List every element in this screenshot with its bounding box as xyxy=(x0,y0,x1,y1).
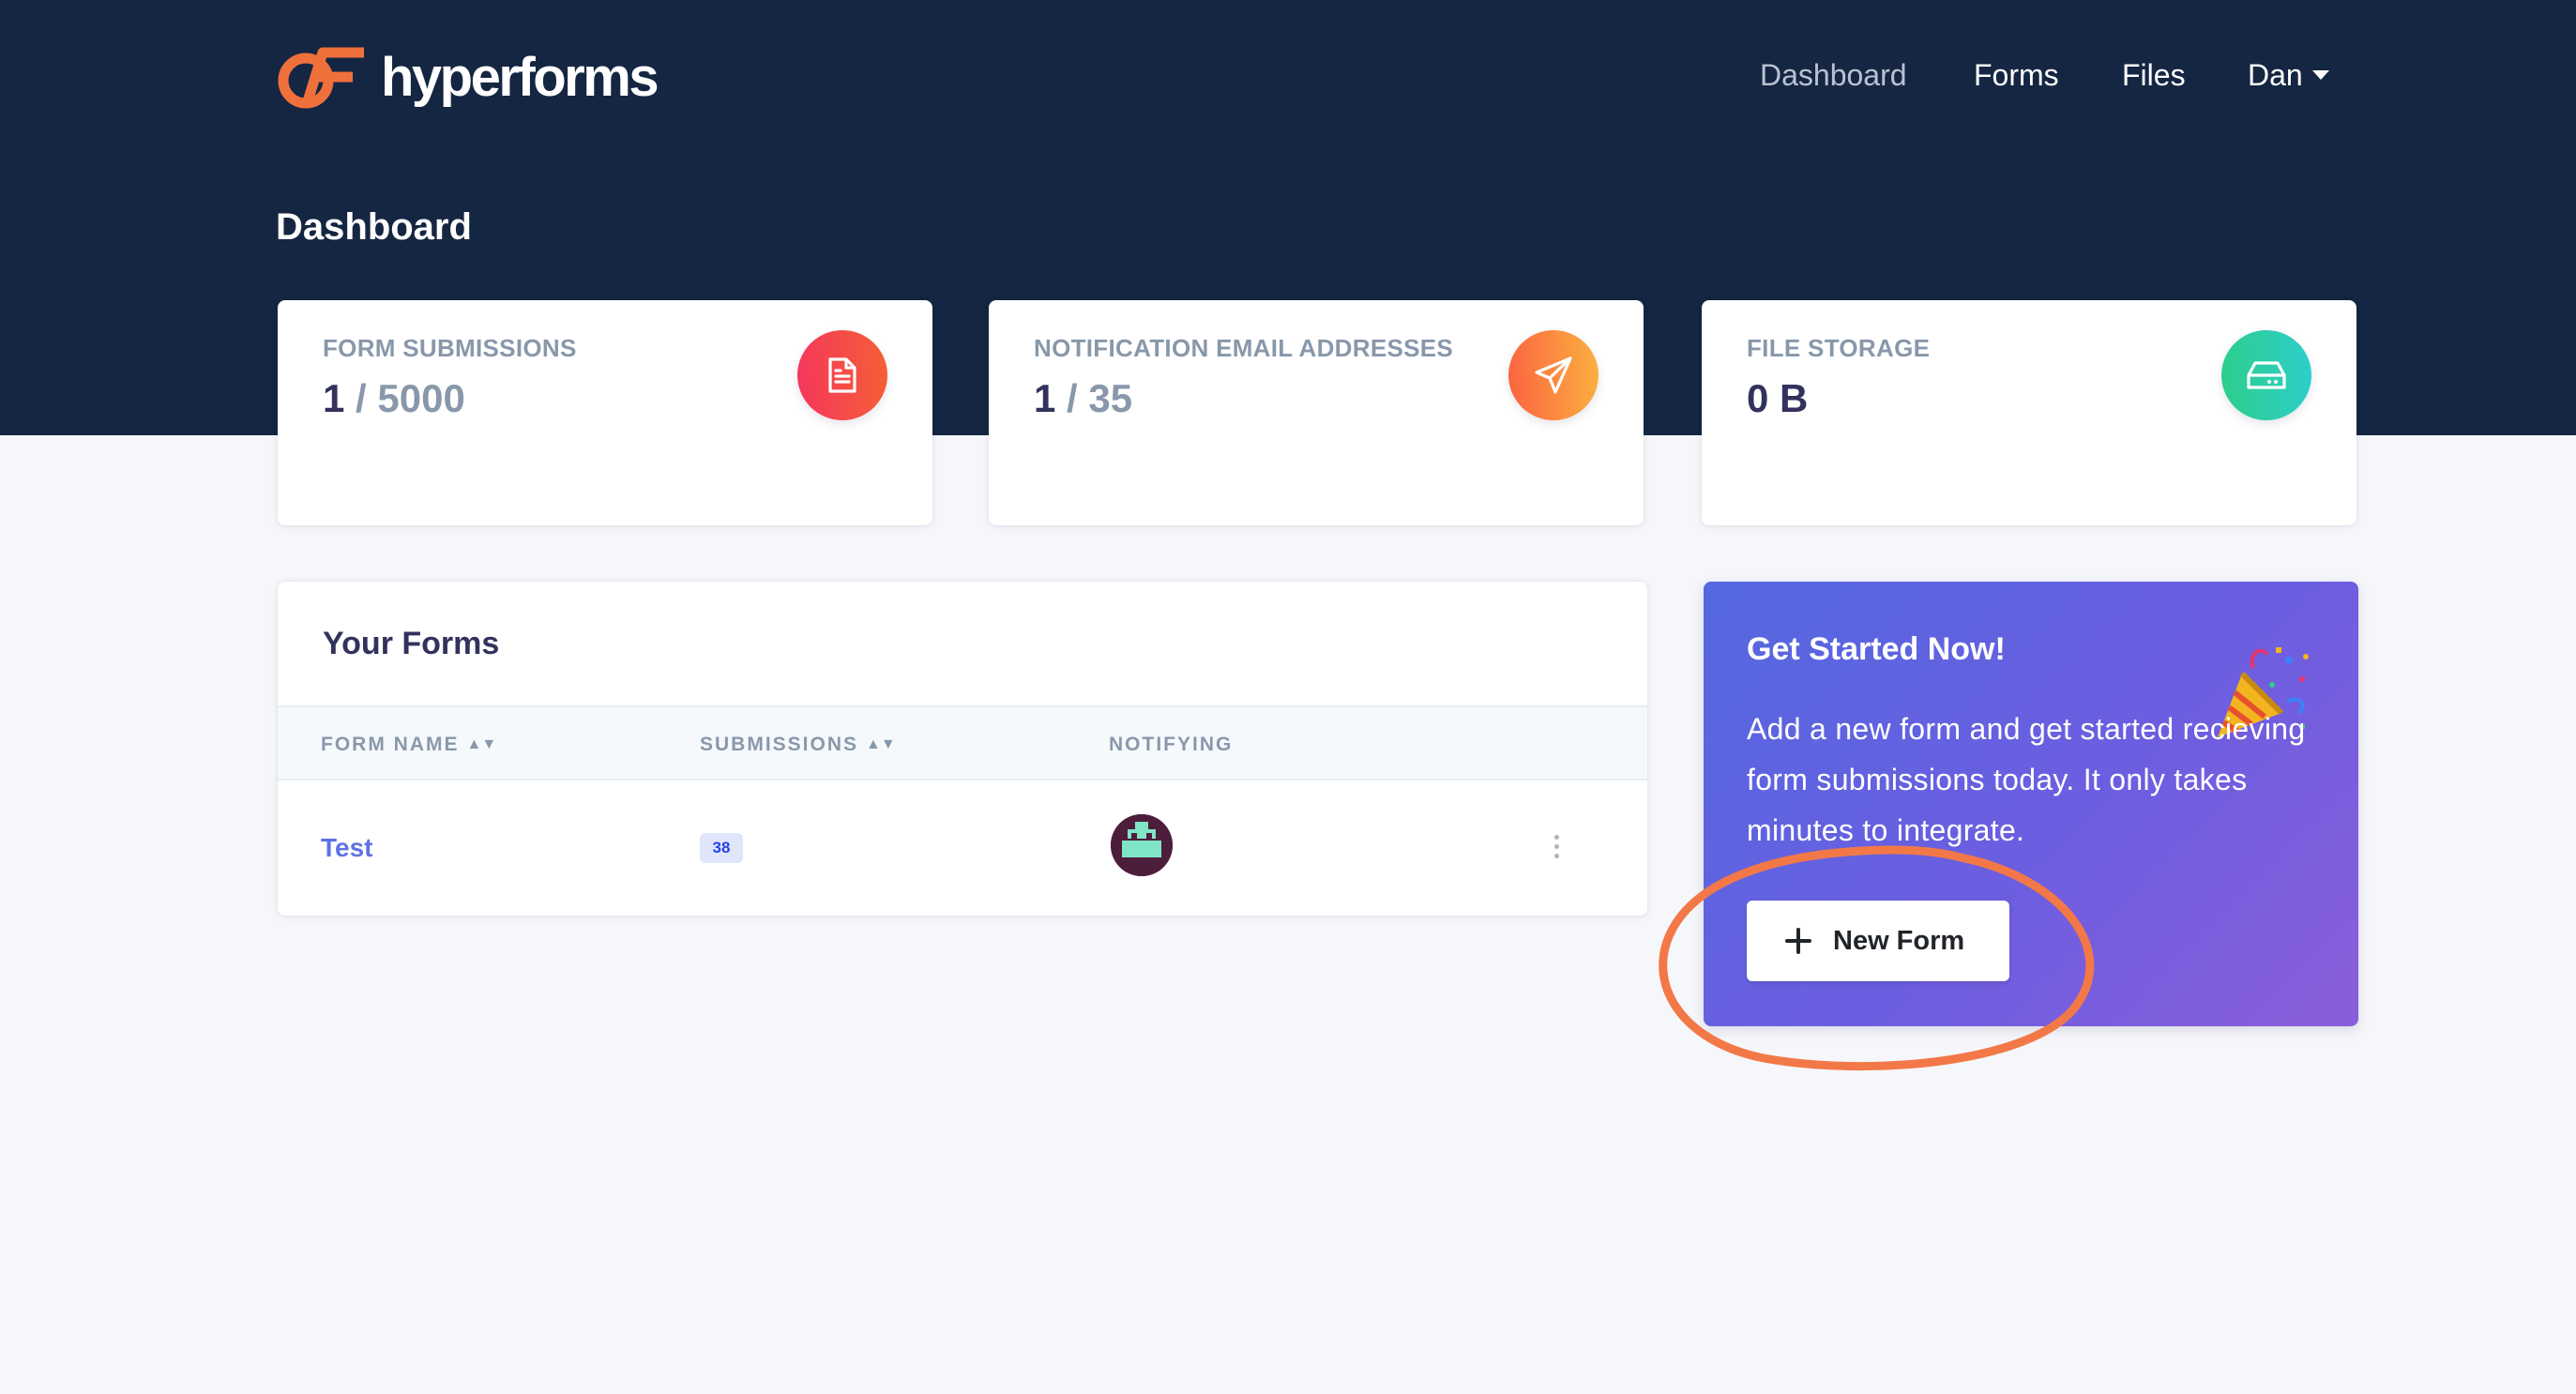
column-submissions[interactable]: SUBMISSIONS ▲▼ xyxy=(700,732,896,758)
hard-drive-icon xyxy=(2247,361,2286,389)
stat-label: FILE STORAGE xyxy=(1747,334,1931,362)
document-icon xyxy=(828,357,856,393)
stat-value: 1 / 35 xyxy=(1034,371,1132,426)
stat-limit: / 35 xyxy=(1067,376,1133,420)
your-forms-card: Your Forms FORM NAME ▲▼ SUBMISSIONS ▲▼ NOT… xyxy=(278,582,1647,916)
stat-limit: / 5000 xyxy=(356,376,465,420)
new-form-button[interactable]: New Form xyxy=(1747,901,2009,981)
new-form-label: New Form xyxy=(1833,925,1965,956)
forms-card-title: Your Forms xyxy=(323,626,500,661)
stat-current: 1 xyxy=(1034,376,1056,420)
nav-forms[interactable]: Forms xyxy=(1974,54,2059,96)
stat-card-file-storage: FILE STORAGE 0 B xyxy=(1702,300,2356,525)
forms-table-header: FORM NAME ▲▼ SUBMISSIONS ▲▼ NOTIFYING xyxy=(278,705,1647,780)
avatar[interactable] xyxy=(1111,814,1173,876)
get-started-title: Get Started Now! xyxy=(1747,631,2006,667)
page-title: Dashboard xyxy=(276,206,472,248)
column-label: NOTIFYING xyxy=(1109,734,1234,755)
row-actions-kebab-icon[interactable] xyxy=(1542,827,1570,865)
column-notifying: NOTIFYING xyxy=(1109,732,1233,758)
paper-plane-icon xyxy=(1535,356,1572,394)
nav-dashboard[interactable]: Dashboard xyxy=(1760,54,1907,96)
top-navbar: hyperforms Dashboard Forms Files Dan xyxy=(0,0,2576,150)
get-started-card: Get Started Now! Add a new form and get … xyxy=(1704,582,2358,1026)
stat-current: 1 xyxy=(323,376,345,420)
user-menu[interactable]: Dan xyxy=(2248,54,2329,96)
stat-value: 1 / 5000 xyxy=(323,371,465,426)
brand-name: hyperforms xyxy=(381,46,659,108)
stat-icon-badge xyxy=(2221,330,2311,420)
identicon-avatar-icon xyxy=(1111,814,1173,876)
brand-logo[interactable]: hyperforms xyxy=(276,41,659,113)
stat-value: 0 B xyxy=(1747,371,1808,426)
submissions-count-badge: 38 xyxy=(700,833,743,863)
stat-current: 0 B xyxy=(1747,376,1809,420)
stat-label: FORM SUBMISSIONS xyxy=(323,334,577,362)
column-form-name[interactable]: FORM NAME ▲▼ xyxy=(321,732,496,758)
nav-files[interactable]: Files xyxy=(2122,54,2186,96)
stat-card-notification-emails: NOTIFICATION EMAIL ADDRESSES 1 / 35 xyxy=(989,300,1644,525)
table-row: Test 38 xyxy=(278,780,1647,916)
form-name-link[interactable]: Test xyxy=(321,831,373,865)
stat-icon-badge xyxy=(797,330,887,420)
stat-label: NOTIFICATION EMAIL ADDRESSES xyxy=(1034,334,1454,362)
stat-card-form-submissions: FORM SUBMISSIONS 1 / 5000 xyxy=(278,300,932,525)
column-label: SUBMISSIONS xyxy=(700,734,859,755)
column-label: FORM NAME xyxy=(321,734,460,755)
plus-icon xyxy=(1785,928,1811,954)
hyperforms-logo-icon xyxy=(278,47,364,109)
stat-icon-badge xyxy=(1508,330,1599,420)
sort-icon: ▲▼ xyxy=(866,736,896,752)
sort-icon: ▲▼ xyxy=(466,736,497,752)
user-name: Dan xyxy=(2248,58,2303,92)
caret-down-icon xyxy=(2311,70,2329,80)
get-started-description: Add a new form and get started recieving… xyxy=(1747,712,2306,847)
